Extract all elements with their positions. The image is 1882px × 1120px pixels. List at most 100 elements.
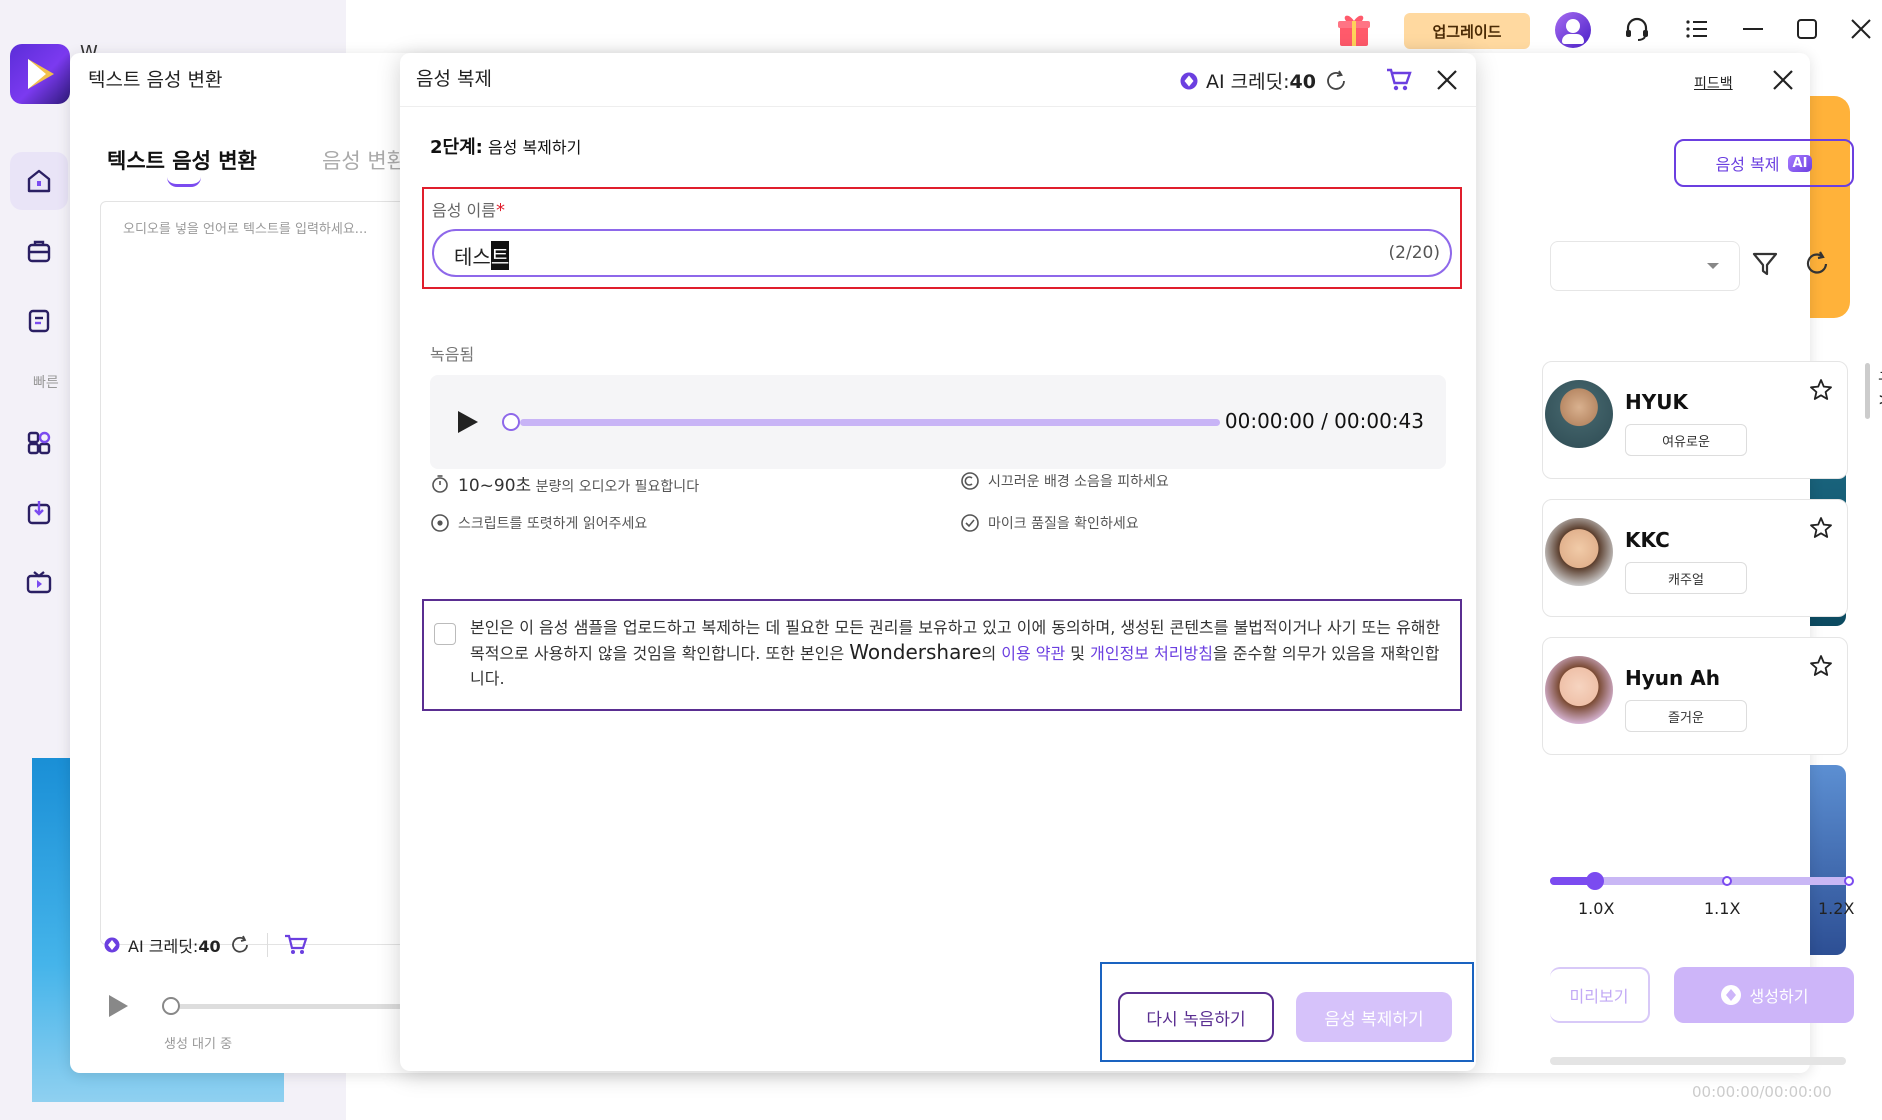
text-input-area[interactable]: 오디오를 넣을 언어로 텍스트를 입력하세요... xyxy=(100,201,420,945)
voice-avatar xyxy=(1545,656,1613,724)
step-title: 2단계: 음성 복제하기 xyxy=(430,133,581,159)
chevron-down-icon xyxy=(1707,263,1719,269)
download-icon[interactable] xyxy=(10,484,68,542)
media-icon[interactable] xyxy=(10,554,68,612)
divider xyxy=(266,933,268,957)
play-icon[interactable] xyxy=(456,409,480,439)
privacy-policy-link[interactable]: 개인정보 처리방침 xyxy=(1090,644,1213,663)
voice-name-input[interactable]: 테스트 (2/20) xyxy=(432,229,1452,277)
voice-name: HYUK xyxy=(1625,390,1688,414)
speed-tick xyxy=(1844,876,1854,886)
credits-value: 40 xyxy=(1289,71,1316,93)
scrollbar[interactable] xyxy=(1865,363,1870,419)
voice-filter-dropdown[interactable] xyxy=(1550,241,1740,291)
recorded-label: 녹음됨 xyxy=(430,345,475,364)
cart-icon[interactable] xyxy=(284,934,308,956)
filter-icon[interactable] xyxy=(1750,249,1780,283)
ai-credits: AI 크레딧:40 xyxy=(104,933,308,957)
tip-mic: 마이크 품질을 확인하세요 xyxy=(960,513,1139,533)
consent-text: 본인은 이 음성 샘플을 업로드하고 복제하는 데 필요한 모든 권리를 보유하… xyxy=(470,618,1441,688)
audio-progress-handle[interactable] xyxy=(502,413,520,431)
menu-list-icon[interactable] xyxy=(1682,14,1712,44)
audio-time: 00:00:00 / 00:00:43 xyxy=(1224,409,1424,433)
text-input-placeholder: 오디오를 넣을 언어로 텍스트를 입력하세요... xyxy=(123,222,368,237)
eye-icon xyxy=(431,514,449,532)
noise-icon xyxy=(961,472,979,490)
voice-name-label: 음성 이름* xyxy=(432,200,505,221)
tip-noise: 시끄러운 배경 소음을 피하세요 xyxy=(960,471,1169,491)
maximize-icon[interactable] xyxy=(1792,14,1822,44)
speed-slider-handle[interactable] xyxy=(1586,872,1604,890)
generate-label: 생성하기 xyxy=(1749,987,1809,1006)
more-link[interactable]: 구 > xyxy=(1878,365,1882,410)
voice-card[interactable]: HYUK 여유로운 xyxy=(1542,361,1848,479)
generate-button[interactable]: 생성하기 xyxy=(1674,967,1854,1023)
consent-checkbox[interactable] xyxy=(434,623,456,645)
dialog-title: 음성 복제 xyxy=(416,68,492,90)
voice-clone-button[interactable]: 음성 복제 AI xyxy=(1674,139,1854,187)
terms-link[interactable]: 이용 약관 xyxy=(1001,644,1065,663)
voice-style-tag: 즐거운 xyxy=(1625,700,1747,732)
upgrade-button[interactable]: 업그레이드 xyxy=(1404,13,1530,49)
preview-label: 미리보기 xyxy=(1569,987,1629,1006)
required-marker: * xyxy=(495,200,505,221)
refresh-icon[interactable] xyxy=(1324,69,1348,93)
account-avatar-icon[interactable] xyxy=(1555,12,1591,48)
tab-voice-conversion[interactable]: 음성 변환 xyxy=(322,145,406,175)
consent-section: 본인은 이 음성 샘플을 업로드하고 복제하는 데 필요한 모든 권리를 보유하… xyxy=(422,599,1462,711)
apps-icon[interactable] xyxy=(10,414,68,472)
play-icon[interactable] xyxy=(106,993,130,1023)
audio-progress-track[interactable] xyxy=(520,419,1220,426)
speed-label: 1.2X xyxy=(1818,899,1855,918)
favorite-star-icon[interactable] xyxy=(1809,654,1833,682)
rail-label-fast: 빠른 xyxy=(33,375,59,391)
close-icon[interactable] xyxy=(1434,67,1460,97)
title-bar: 업그레이드 xyxy=(0,0,1882,58)
output-progress-track[interactable] xyxy=(1550,1057,1846,1065)
document-icon[interactable] xyxy=(10,292,68,350)
headset-icon[interactable] xyxy=(1622,14,1652,44)
credit-diamond-icon xyxy=(1720,985,1741,1005)
refresh-list-icon[interactable] xyxy=(1802,249,1832,283)
window-close-icon[interactable] xyxy=(1846,14,1876,44)
clone-voice-button[interactable]: 음성 복제하기 xyxy=(1296,992,1452,1042)
step-label: 음성 복제하기 xyxy=(487,138,582,157)
speed-label: 1.1X xyxy=(1704,899,1741,918)
tab-text-to-speech[interactable]: 텍스트 음성 변환 xyxy=(107,145,257,175)
voice-card[interactable]: Hyun Ah 즐거운 xyxy=(1542,637,1848,755)
preview-button[interactable]: 미리보기 xyxy=(1550,967,1650,1023)
voice-card[interactable]: KKC 캐주얼 xyxy=(1542,499,1848,617)
favorite-star-icon[interactable] xyxy=(1809,378,1833,406)
rerecord-button[interactable]: 다시 녹음하기 xyxy=(1118,992,1274,1042)
tip-mic-text: 마이크 품질을 확인하세요 xyxy=(988,516,1139,532)
tip-duration-value: 10~90초 xyxy=(458,476,532,496)
gift-icon[interactable] xyxy=(1334,10,1374,54)
voice-style-tag: 여유로운 xyxy=(1625,424,1747,456)
minimize-icon[interactable] xyxy=(1738,14,1768,44)
window-title: 텍스트 음성 변환 xyxy=(88,69,223,91)
output-time: 00:00:00/00:00:00 xyxy=(1692,1083,1832,1101)
text-cursor-selection: 트 xyxy=(490,241,510,270)
voice-name: Hyun Ah xyxy=(1625,666,1720,690)
character-count: (2/20) xyxy=(1388,243,1440,263)
check-circle-icon xyxy=(961,514,979,532)
favorite-star-icon[interactable] xyxy=(1809,516,1833,544)
home-icon[interactable] xyxy=(10,152,68,210)
close-icon[interactable] xyxy=(1770,67,1796,97)
progress-handle[interactable] xyxy=(162,997,180,1015)
voice-name-section: 음성 이름* 테스트 (2/20) xyxy=(422,187,1462,289)
refresh-icon[interactable] xyxy=(229,934,251,956)
step-number: 2단계: xyxy=(430,137,483,158)
voice-name: KKC xyxy=(1625,528,1670,552)
brand-name: Wondershare xyxy=(849,640,982,664)
tip-noise-text: 시끄러운 배경 소음을 피하세요 xyxy=(988,474,1169,490)
toolbox-icon[interactable] xyxy=(10,222,68,280)
feedback-link[interactable]: 피드백 xyxy=(1694,73,1733,93)
cart-icon[interactable] xyxy=(1386,68,1412,96)
voice-avatar xyxy=(1545,518,1613,586)
promo-card-edge xyxy=(1810,96,1850,318)
credits-label: AI 크레딧: xyxy=(1206,71,1290,93)
ai-badge: AI xyxy=(1787,154,1813,172)
ai-credits: AI 크레딧:40 xyxy=(1180,67,1348,94)
progress-track[interactable] xyxy=(180,1004,420,1009)
